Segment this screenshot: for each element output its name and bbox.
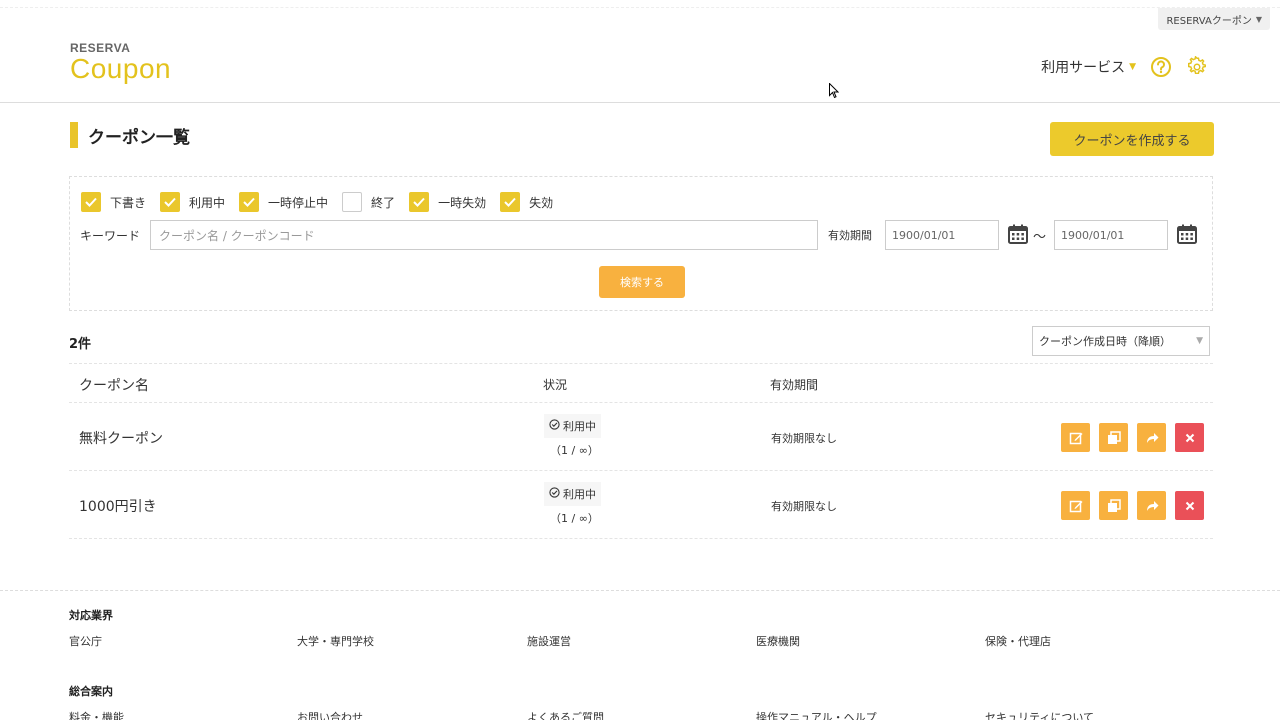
footer-industry-link[interactable]: 保険・代理店 (985, 633, 1051, 649)
footer-guide-link[interactable]: お問い合わせ (297, 709, 363, 720)
status-filter[interactable]: 一時失効 (409, 192, 486, 212)
share-icon[interactable] (1137, 491, 1166, 520)
title-accent (70, 122, 78, 148)
period-label: 有効期間 (828, 229, 872, 242)
footer-guide-link[interactable]: セキュリティについて (985, 709, 1094, 720)
date-separator: ～ (1033, 230, 1047, 245)
status-label: 利用中 (563, 488, 596, 501)
keyword-label: キーワード (80, 229, 141, 243)
footer-guide-heading: 総合案内 (69, 685, 113, 698)
coupon-name[interactable]: 無料クーポン (79, 428, 163, 448)
header-tools: 利用サービス ▼ (1041, 56, 1208, 78)
account-menu[interactable]: RESERVAクーポン ▼ (1158, 8, 1270, 30)
column-header-name: クーポン名 (79, 378, 149, 394)
date-to-input[interactable]: 1900/01/01 (1054, 220, 1168, 250)
footer-guide-link[interactable]: 料金・機能 (69, 709, 124, 720)
create-coupon-button[interactable]: クーポンを作成する (1050, 122, 1214, 156)
footer-industry-link[interactable]: 医療機関 (756, 633, 800, 649)
status-filters: 下書き 利用中 一時停止中 終了 一時失効 失効 (81, 192, 567, 212)
top-strip (0, 0, 1280, 8)
site-header: RESERVA Coupon 利用サービス ▼ (0, 30, 1280, 103)
help-icon[interactable] (1150, 56, 1172, 78)
delete-icon[interactable] (1175, 423, 1204, 452)
status-label: 利用中 (563, 420, 596, 433)
sort-value: クーポン作成日時（降順） (1039, 335, 1171, 348)
edit-icon[interactable] (1061, 423, 1090, 452)
status-filter[interactable]: 失効 (500, 192, 553, 212)
status-filter[interactable]: 利用中 (160, 192, 225, 212)
column-header-period: 有効期間 (770, 378, 819, 392)
usage-count: （1 / ∞） (550, 512, 599, 525)
account-label: RESERVAクーポン (1166, 15, 1252, 27)
footer-guide-link[interactable]: 操作マニュアル・ヘルプ (756, 709, 877, 720)
column-header-status: 状況 (543, 378, 568, 392)
footer-industries-heading: 対応業界 (69, 609, 113, 622)
footer-guide-link[interactable]: よくあるご質問 (527, 709, 604, 720)
calendar-icon[interactable] (1007, 223, 1029, 245)
footer-industry-link[interactable]: 施設運営 (527, 633, 571, 649)
status-badge: 利用中 (544, 482, 601, 506)
checkbox-checked-icon[interactable] (160, 192, 181, 212)
checkbox-checked-icon[interactable] (81, 192, 101, 212)
search-button[interactable]: 検索する (599, 266, 685, 298)
service-menu[interactable]: 利用サービス ▼ (1041, 57, 1136, 77)
caret-down-icon: ▼ (1129, 62, 1136, 72)
gear-icon[interactable] (1186, 56, 1208, 78)
status-filter-label: 利用中 (189, 195, 226, 210)
row-actions (1061, 423, 1204, 452)
chevron-down-icon: ▼ (1196, 336, 1203, 346)
mouse-cursor-icon (829, 82, 840, 99)
check-circle-icon (549, 419, 560, 433)
date-from-input[interactable]: 1900/01/01 (885, 220, 999, 250)
status-filter[interactable]: 下書き (81, 192, 146, 212)
calendar-icon[interactable] (1176, 223, 1198, 245)
sort-select[interactable]: クーポン作成日時（降順） ▼ (1032, 326, 1210, 356)
footer-industry-link[interactable]: 大学・専門学校 (297, 633, 374, 649)
copy-icon[interactable] (1099, 491, 1128, 520)
logo[interactable]: RESERVA Coupon (70, 42, 171, 83)
share-icon[interactable] (1137, 423, 1166, 452)
logo-bottom-text: Coupon (70, 53, 172, 84)
copy-icon[interactable] (1099, 423, 1128, 452)
coupon-table: クーポン名 状況 有効期間 無料クーポン 利用中 （1 / ∞） 有効期限なし 1000… (69, 363, 1213, 539)
footer-industry-link[interactable]: 官公庁 (69, 633, 102, 649)
status-filter-label: 一時停止中 (268, 195, 329, 210)
result-count: 2件 (69, 337, 92, 352)
validity-period: 有効期限なし (771, 500, 837, 513)
keyword-input[interactable]: クーポン名 / クーポンコード (150, 220, 818, 250)
validity-period: 有効期限なし (771, 432, 837, 445)
check-circle-icon (549, 487, 560, 501)
status-filter-label: 失効 (529, 195, 554, 210)
status-filter-label: 下書き (110, 195, 147, 210)
checkbox-checked-icon[interactable] (409, 192, 430, 212)
row-actions (1061, 491, 1204, 520)
checkbox-checked-icon[interactable] (500, 192, 521, 212)
coupon-name[interactable]: 1000円引き (79, 496, 157, 516)
table-body: 無料クーポン 利用中 （1 / ∞） 有効期限なし 1000円引き 利用中 （1 / ∞）有… (69, 403, 1213, 539)
status-filter[interactable]: 一時停止中 (239, 192, 328, 212)
page-title: クーポン一覧 (88, 127, 190, 148)
site-footer: 対応業界 官公庁 大学・専門学校 施設運営 医療機関 保険・代理店 総合案内 料金・機能… (0, 590, 1280, 720)
table-header: クーポン名 状況 有効期間 (69, 363, 1213, 403)
filter-panel: 下書き 利用中 一時停止中 終了 一時失効 失効 キーワード クーポン名 / クーポンコー… (69, 176, 1213, 311)
status-badge: 利用中 (544, 414, 601, 438)
page-title-bar: クーポン一覧 (70, 122, 190, 148)
checkbox-unchecked-icon[interactable] (342, 192, 363, 212)
usage-count: （1 / ∞） (550, 444, 599, 457)
status-filter-label: 終了 (371, 195, 396, 210)
service-menu-label: 利用サービス (1041, 60, 1126, 76)
table-row: 1000円引き 利用中 （1 / ∞） 有効期限なし (69, 471, 1213, 539)
delete-icon[interactable] (1175, 491, 1204, 520)
checkbox-checked-icon[interactable] (239, 192, 260, 212)
table-row: 無料クーポン 利用中 （1 / ∞） 有効期限なし (69, 403, 1213, 471)
status-filter-label: 一時失効 (438, 195, 487, 210)
status-filter[interactable]: 終了 (342, 192, 395, 212)
chevron-down-icon: ▼ (1255, 14, 1262, 24)
edit-icon[interactable] (1061, 491, 1090, 520)
